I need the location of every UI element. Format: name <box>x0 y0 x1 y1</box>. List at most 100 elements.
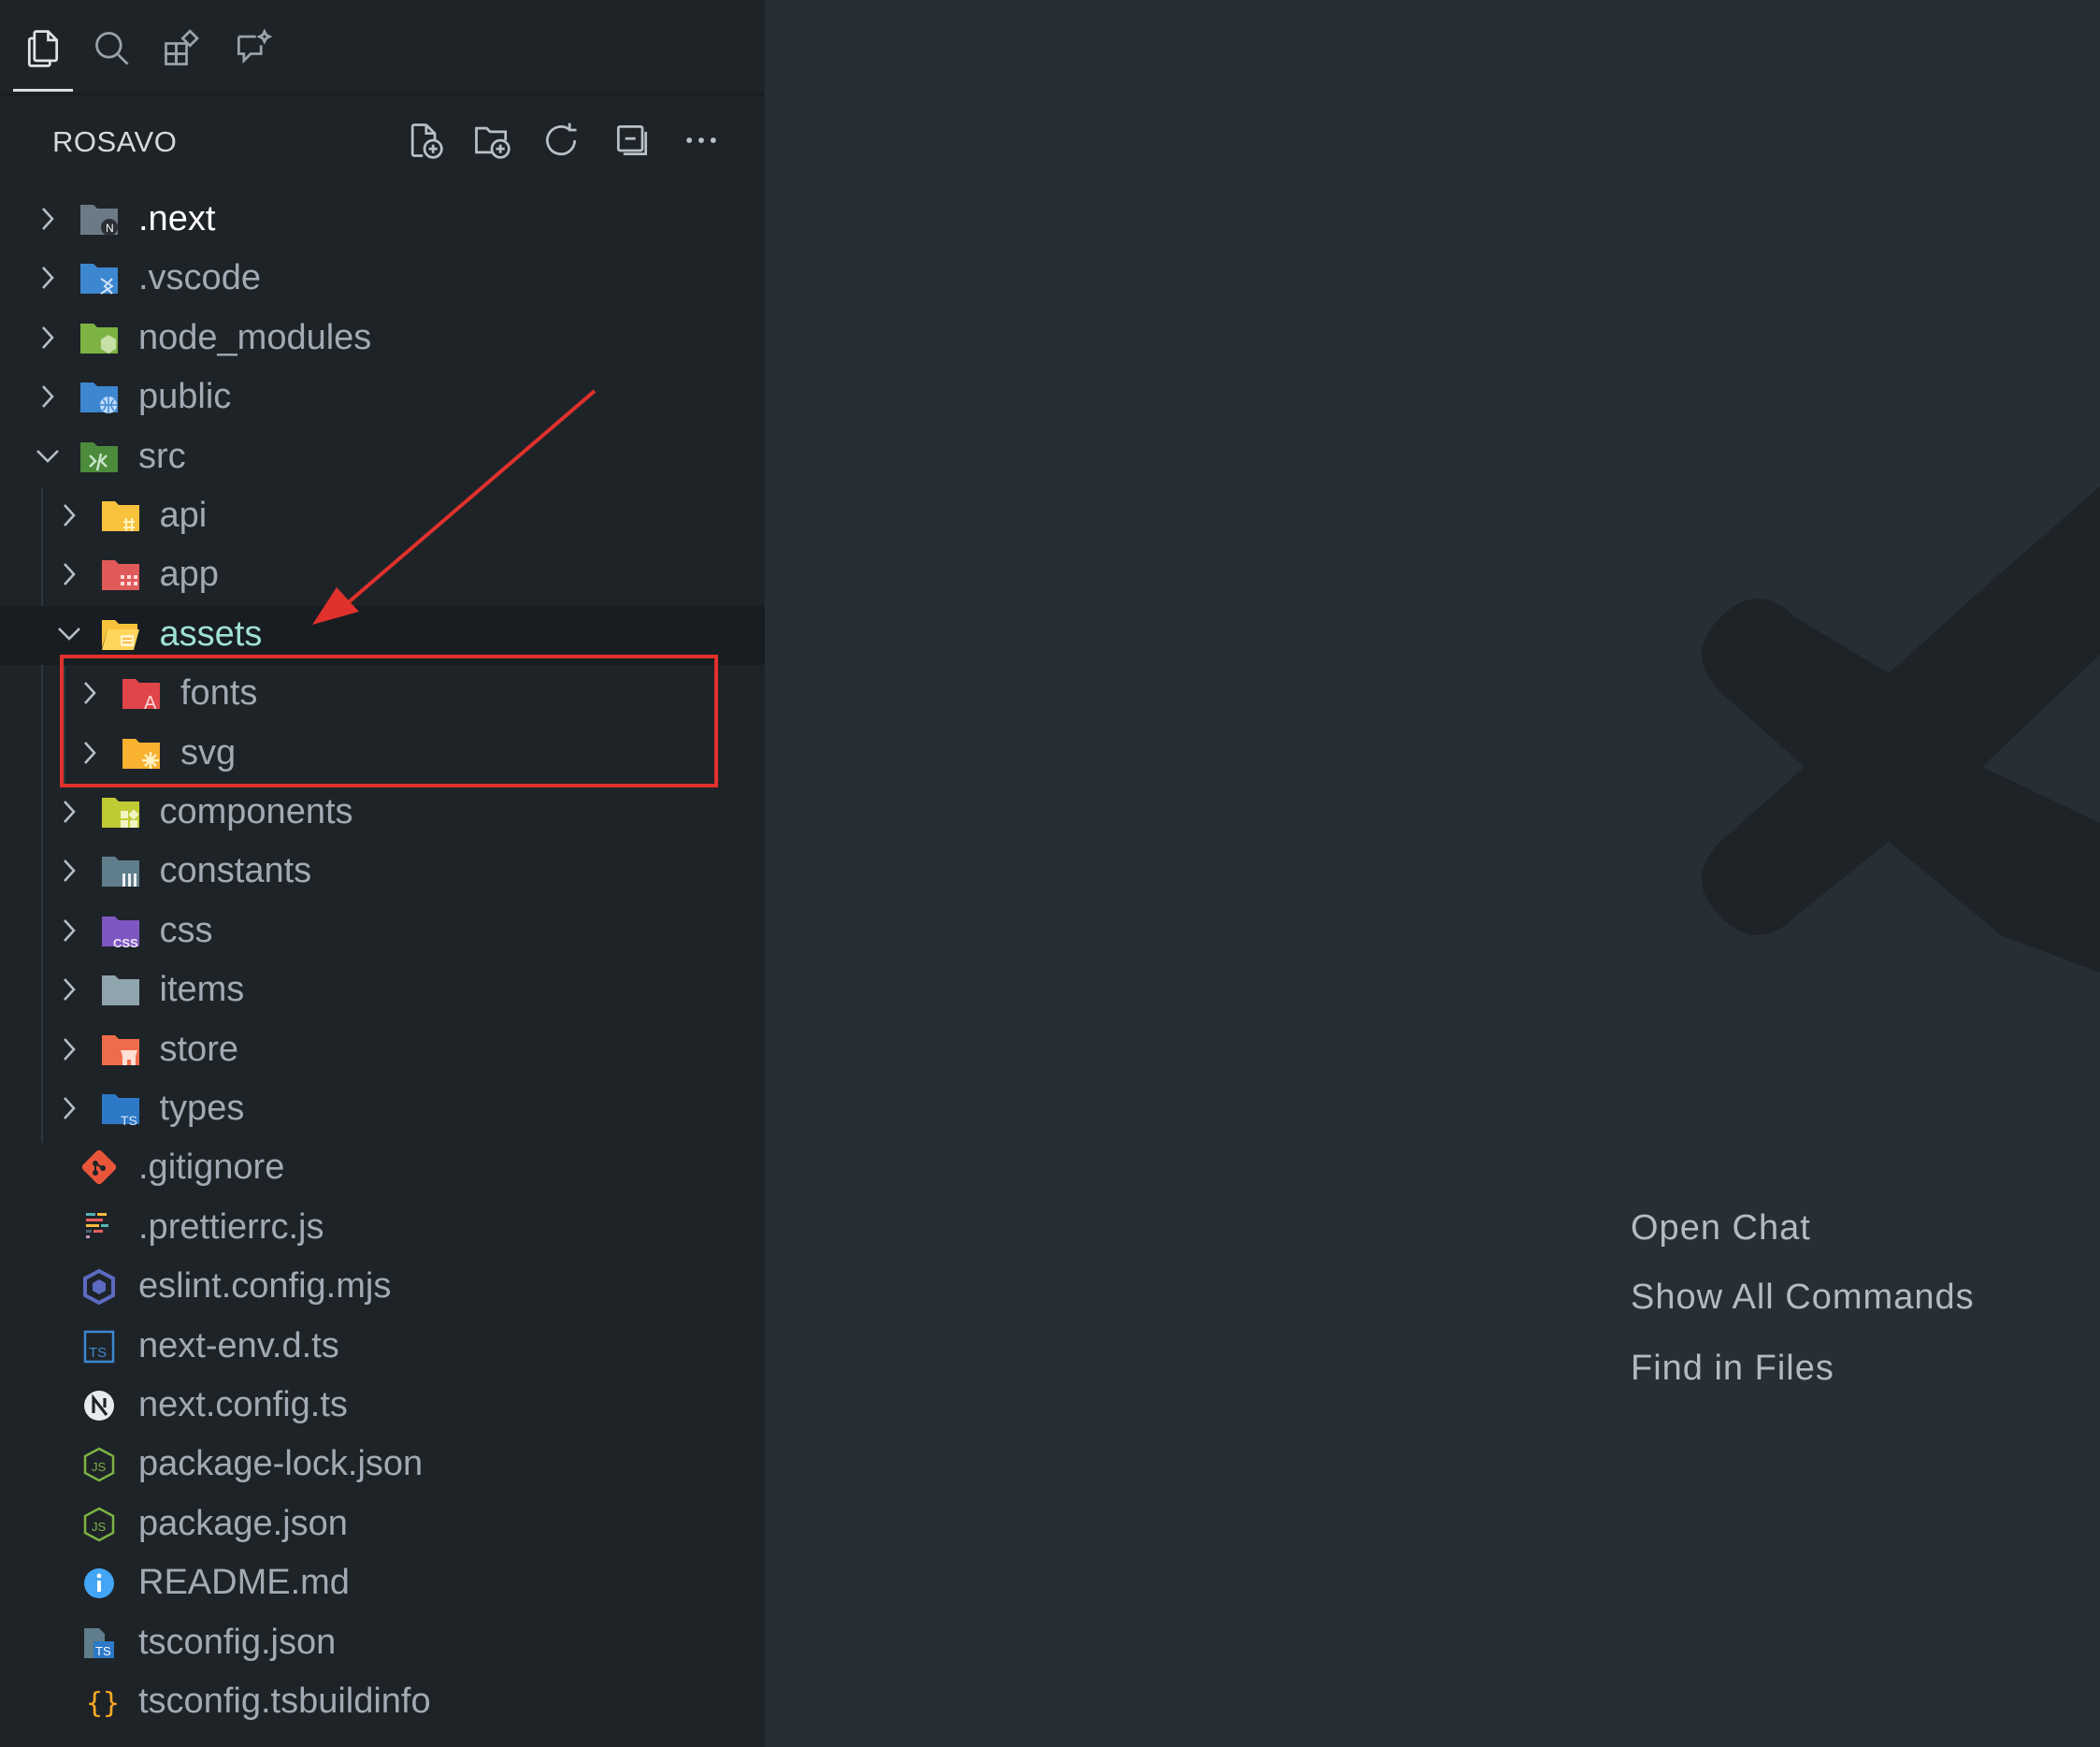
files-icon[interactable] <box>21 26 65 71</box>
nodejs-icon: JS <box>79 1506 120 1543</box>
eslint-icon <box>79 1268 120 1306</box>
tree-item-label: README.md <box>138 1563 350 1603</box>
folder-row-api[interactable]: api <box>0 487 765 546</box>
file-row-prettierrc-js[interactable]: .prettierrc.js <box>0 1199 765 1258</box>
svg-text:TS: TS <box>95 1644 111 1658</box>
collapse-all-icon[interactable] <box>608 116 656 165</box>
file-row-next-config-ts[interactable]: next.config.ts <box>0 1377 765 1436</box>
open-chat-command[interactable]: Open Chat <box>1631 1208 1811 1249</box>
tree-item-label: .next <box>138 199 216 238</box>
extensions-icon[interactable] <box>159 26 204 71</box>
tree-item-label: package-lock.json <box>138 1444 424 1484</box>
tree-item-label: tsconfig.tsbuildinfo <box>138 1682 431 1721</box>
folder-row-store[interactable]: store <box>0 1021 765 1080</box>
tree-item-label: .gitignore <box>138 1148 285 1188</box>
api-folder-icon <box>100 498 141 535</box>
tree-item-label: next-env.d.ts <box>138 1325 339 1365</box>
tree-item-label: .prettierrc.js <box>138 1206 324 1247</box>
tree-item-label: items <box>159 970 245 1010</box>
folder-row-app[interactable]: app <box>0 546 765 605</box>
project-title: ROSAVO <box>52 125 178 158</box>
components-folder-icon <box>100 794 141 831</box>
chevron-right-icon[interactable] <box>34 381 62 412</box>
refresh-icon[interactable] <box>537 116 585 165</box>
file-row-next-env-d-ts[interactable]: TS next-env.d.ts <box>0 1318 765 1377</box>
more-icon[interactable] <box>677 116 726 165</box>
folder-row-next[interactable]: N .next <box>0 191 765 250</box>
tree-item-label: constants <box>159 851 312 891</box>
folder-row-vscode[interactable]: .vscode <box>0 250 765 309</box>
next-icon <box>79 1387 120 1424</box>
tree-item-label: css <box>159 910 213 950</box>
folder-row-items[interactable]: items <box>0 961 765 1020</box>
constants-folder-icon <box>100 853 141 890</box>
file-row-README-md[interactable]: README.md <box>0 1554 765 1613</box>
tree-item-label: node_modules <box>138 317 372 357</box>
chat-sparkle-icon[interactable] <box>230 26 275 71</box>
vscode-folder-icon <box>79 260 120 297</box>
folder-icon <box>100 972 141 1009</box>
find-in-files-command[interactable]: Find in Files <box>1631 1349 1834 1389</box>
folder-row-css[interactable]: CSS css <box>0 902 765 961</box>
active-tab-indicator <box>13 89 73 92</box>
annotation-highlight-box <box>60 655 718 787</box>
tree-item-label: types <box>159 1089 245 1128</box>
chevron-right-icon[interactable] <box>55 915 83 946</box>
svg-text:N: N <box>106 222 114 235</box>
next-folder-icon: N <box>79 201 120 238</box>
typescript-def-icon: TS <box>79 1328 120 1365</box>
tree-item-label: app <box>159 555 219 595</box>
chevron-right-icon[interactable] <box>55 1092 83 1124</box>
folder-row-constants[interactable]: constants <box>0 843 765 902</box>
svg-text:JS: JS <box>92 1520 107 1534</box>
file-row-package-lock-json[interactable]: JS package-lock.json <box>0 1436 765 1494</box>
types-folder-icon: TS <box>100 1090 141 1128</box>
chevron-right-icon[interactable] <box>55 855 83 887</box>
css-folder-icon: CSS <box>100 913 141 950</box>
node-folder-icon <box>79 320 120 357</box>
folder-row-public[interactable]: public <box>0 368 765 427</box>
public-folder-icon <box>79 379 120 416</box>
assets-folder-icon <box>100 616 141 654</box>
folder-row-types[interactable]: TS types <box>0 1080 765 1139</box>
file-row-tsconfig-json[interactable]: TS tsconfig.json <box>0 1614 765 1673</box>
tree-item-label: assets <box>159 614 263 654</box>
tree-item-label: public <box>138 377 232 417</box>
folder-row-node_modules[interactable]: node_modules <box>0 310 765 368</box>
svg-text:{}: {} <box>86 1687 120 1720</box>
nodejs-icon: JS <box>79 1446 120 1483</box>
chevron-down-icon[interactable] <box>34 440 62 472</box>
search-icon[interactable] <box>90 26 135 71</box>
file-row-package-json[interactable]: JS package.json <box>0 1495 765 1554</box>
file-row-eslint-config-mjs[interactable]: eslint.config.mjs <box>0 1258 765 1317</box>
chevron-down-icon[interactable] <box>55 618 83 650</box>
tree-item-label: src <box>138 436 186 476</box>
folder-row-components[interactable]: components <box>0 784 765 843</box>
chevron-right-icon[interactable] <box>55 499 83 531</box>
svg-text:TS: TS <box>121 1113 137 1128</box>
activity-bar <box>0 0 765 95</box>
chevron-right-icon[interactable] <box>55 1033 83 1065</box>
svg-text:TS: TS <box>89 1345 107 1361</box>
chevron-right-icon[interactable] <box>55 796 83 828</box>
folder-row-src[interactable]: src <box>0 428 765 487</box>
chevron-right-icon[interactable] <box>55 974 83 1005</box>
new-folder-icon[interactable] <box>467 116 516 165</box>
cursor-x-logo-icon <box>1702 486 2100 973</box>
prettier-icon <box>79 1209 120 1247</box>
json-braces-icon: {} <box>79 1683 120 1721</box>
tree-item-label: components <box>159 792 353 831</box>
chevron-right-icon[interactable] <box>55 558 83 590</box>
info-icon <box>79 1565 120 1602</box>
tree-item-label: api <box>159 496 208 535</box>
new-file-icon[interactable] <box>400 116 449 165</box>
tree-item-label: package.json <box>138 1503 348 1543</box>
file-row-gitignore[interactable]: .gitignore <box>0 1139 765 1198</box>
file-row-tsconfig-tsbuildinfo[interactable]: {} tsconfig.tsbuildinfo <box>0 1673 765 1732</box>
git-icon <box>79 1149 120 1187</box>
app-folder-icon <box>100 556 141 594</box>
chevron-right-icon[interactable] <box>34 203 62 235</box>
show-all-commands-command[interactable]: Show All Commands <box>1631 1278 1975 1318</box>
chevron-right-icon[interactable] <box>34 322 62 354</box>
chevron-right-icon[interactable] <box>34 262 62 294</box>
